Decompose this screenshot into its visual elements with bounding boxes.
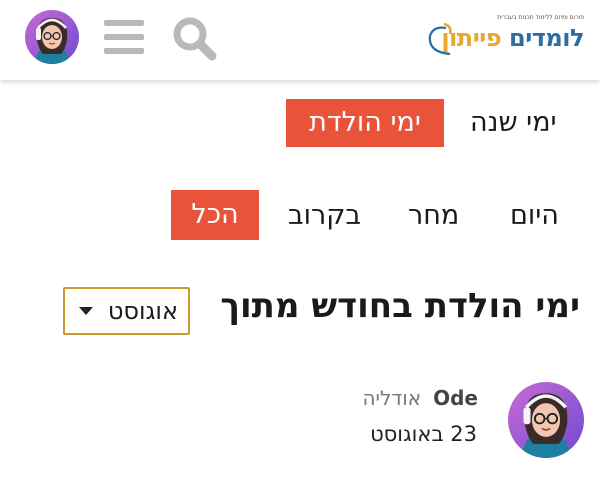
filter-tomorrow[interactable]: מחר bbox=[408, 196, 459, 236]
month-select[interactable]: אוגוסט bbox=[63, 287, 190, 335]
user-avatar[interactable] bbox=[25, 10, 79, 64]
site-header: פורום ומיזם ללימוד תכנות בעברית לומדים פ… bbox=[0, 0, 600, 80]
entry-date: 23 באוגוסט bbox=[370, 422, 477, 446]
search-icon[interactable] bbox=[170, 15, 220, 61]
logo-text-main: לומדים bbox=[501, 24, 585, 52]
menu-line bbox=[104, 20, 144, 26]
entry-full-name: אודליה bbox=[362, 386, 422, 410]
tab-birthdays[interactable]: ימי הולדת bbox=[286, 99, 444, 147]
filter-soon[interactable]: בקרוב bbox=[288, 196, 361, 236]
menu-line bbox=[104, 48, 144, 54]
avatar-image bbox=[25, 10, 79, 64]
entry-avatar-image bbox=[508, 382, 584, 458]
tab-year-days[interactable]: ימי שנה bbox=[470, 103, 557, 143]
entry-username[interactable]: Ode bbox=[433, 386, 478, 410]
month-select-value: אוגוסט bbox=[107, 297, 178, 325]
logo-text: לומדים פייתון bbox=[441, 24, 584, 52]
section-title: ימי הולדת בחודש מתוך bbox=[220, 286, 580, 326]
filter-all[interactable]: הכל bbox=[171, 190, 259, 240]
hamburger-menu-icon[interactable] bbox=[104, 20, 144, 54]
filter-today[interactable]: היום bbox=[510, 196, 559, 236]
site-logo[interactable]: פורום ומיזם ללימוד תכנות בעברית לומדים פ… bbox=[424, 14, 584, 60]
logo-text-accent: פייתון bbox=[441, 24, 502, 52]
entry-user: Ode אודליה bbox=[362, 386, 478, 410]
caret-down-icon bbox=[79, 307, 93, 315]
logo-tagline: פורום ומיזם ללימוד תכנות בעברית bbox=[497, 14, 584, 21]
menu-line bbox=[104, 34, 144, 40]
entry-avatar[interactable] bbox=[508, 382, 584, 458]
